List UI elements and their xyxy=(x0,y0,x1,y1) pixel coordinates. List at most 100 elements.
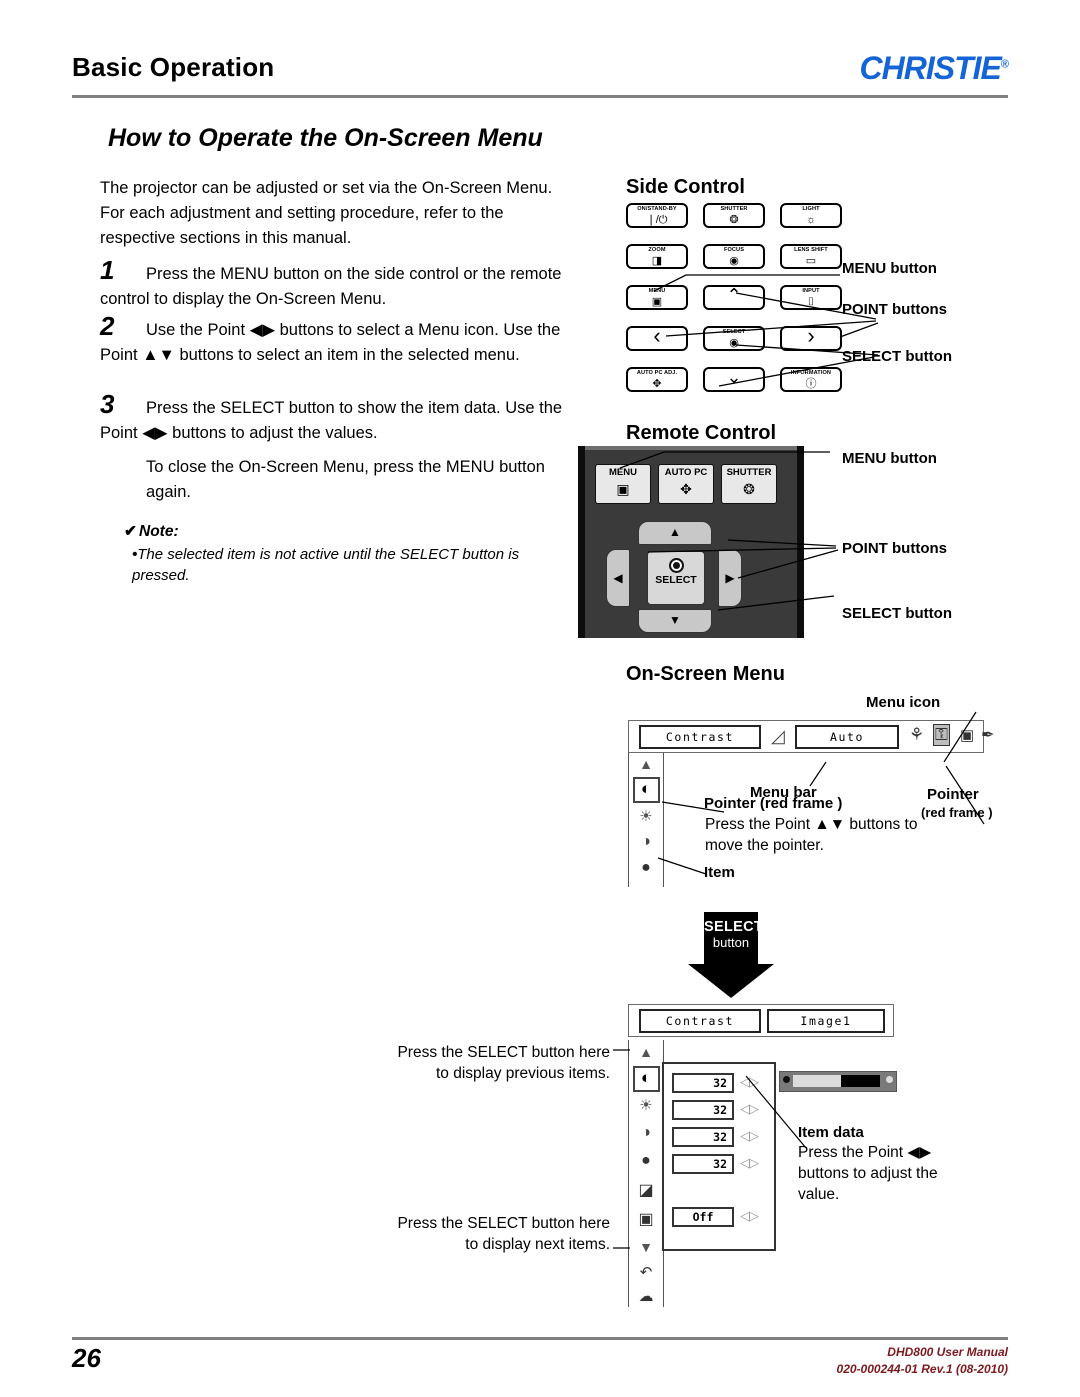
slider-unfilled xyxy=(841,1075,880,1087)
note-text: The selected item is not active until th… xyxy=(132,546,520,584)
zoom-icon: ◨ xyxy=(651,255,663,267)
chevron-right-icon: › xyxy=(807,323,815,348)
auto-pc-icon: ✥ xyxy=(652,378,662,390)
item-toggle-value[interactable]: Off xyxy=(672,1207,734,1227)
side-button-light[interactable]: LIGHT ☼ xyxy=(780,203,842,228)
remote-point-right[interactable]: ▶ xyxy=(718,549,742,607)
side-button-light-label: LIGHT xyxy=(802,206,820,212)
logo-text: CHRISTIE xyxy=(859,50,1002,86)
contrast-menu-icon: ◿ xyxy=(771,726,785,746)
side-button-focus[interactable]: FOCUS ◉ xyxy=(703,244,765,269)
side-button-lens-shift[interactable]: LENS SHIFT ▭ xyxy=(780,244,842,269)
chevron-up-icon: ⌃ xyxy=(726,285,742,305)
side-button-auto-pc-adj-label: AUTO PC ADJ. xyxy=(636,370,678,376)
brightness-item-icon[interactable]: ☀ xyxy=(629,1096,663,1114)
remote-right-edge xyxy=(797,446,804,638)
color-item-icon[interactable]: ◑ xyxy=(629,833,663,851)
remote-callout-point: POINT buttons xyxy=(842,540,947,557)
item-value-1[interactable]: 32 xyxy=(672,1073,734,1093)
color-management-icon[interactable]: ◪ xyxy=(629,1180,663,1200)
callout-item: Item xyxy=(704,864,735,881)
remote-point-up[interactable]: ▲ xyxy=(638,521,712,545)
closing-paragraph: To close the On-Screen Menu, press the M… xyxy=(146,458,545,501)
remote-point-down[interactable]: ▼ xyxy=(638,609,712,633)
adjust-arrows-1[interactable]: ◁▷ xyxy=(740,1074,759,1090)
contrast-item-icon[interactable]: ◐ xyxy=(629,779,663,799)
remote-callout-select: SELECT button xyxy=(842,605,952,622)
brightness-item-icon[interactable]: ☀ xyxy=(629,807,663,825)
scroll-up-icon[interactable]: ▲ xyxy=(629,1044,663,1060)
slider-right-dot xyxy=(886,1076,893,1083)
side-control-heading: Side Control xyxy=(626,176,745,198)
color-menu-icon: ⚘ xyxy=(909,725,925,744)
menu-bar-top-right-item[interactable]: Auto xyxy=(795,725,899,749)
side-button-on-standby[interactable]: ON/STAND-BY ❘/⏻ xyxy=(626,203,688,228)
next-items-caption: Press the SELECT button here to display … xyxy=(397,1215,610,1253)
item-value-4[interactable]: 32 xyxy=(672,1154,734,1174)
store-icon[interactable]: ☁ xyxy=(629,1287,663,1305)
side-button-menu-label: MENU xyxy=(648,288,666,294)
remote-point-left[interactable]: ◀ xyxy=(606,549,630,607)
select-arrow-shaft: SELECT button xyxy=(704,912,763,964)
item-data-text: Press the Point ◀▶ buttons to adjust the… xyxy=(798,1144,938,1203)
scroll-down-icon[interactable]: ▼ xyxy=(629,1239,663,1255)
side-button-input[interactable]: INPUT ⌷ xyxy=(780,285,842,310)
focus-icon: ◉ xyxy=(729,255,739,267)
prev-items-caption: Press the SELECT button here to display … xyxy=(397,1044,610,1082)
menu-icon: ▣ xyxy=(616,481,630,497)
adjust-arrows-4[interactable]: ◁▷ xyxy=(740,1155,759,1171)
color-item-icon[interactable]: ◑ xyxy=(629,1124,663,1142)
remote-button-menu-label: MENU xyxy=(609,467,637,478)
footer-doc-id: 020-000244-01 Rev.1 (08-2010) xyxy=(836,1362,1008,1376)
pointer-move-note: Press the Point ▲▼ buttons to move the p… xyxy=(705,816,918,854)
on-screen-menu-heading: On-Screen Menu xyxy=(626,663,785,685)
adjust-arrows-3[interactable]: ◁▷ xyxy=(740,1128,759,1144)
select-arrow-head xyxy=(688,964,774,998)
adjust-arrows-toggle[interactable]: ◁▷ xyxy=(740,1208,759,1224)
footer-divider xyxy=(72,1337,1008,1340)
remote-button-auto-pc[interactable]: AUTO PC ✥ xyxy=(658,464,714,504)
scroll-up-icon[interactable]: ▲ xyxy=(629,756,663,772)
side-callout-select: SELECT button xyxy=(842,348,952,365)
step-2: 2 Use the Point ◀▶ buttons to select a M… xyxy=(100,313,570,368)
tint-item-icon[interactable]: ● xyxy=(629,859,663,877)
menu-sidebar-top: ▲ ◐ ☀ ◑ ● xyxy=(628,753,664,887)
screen-menu-icon-selected[interactable]: ⚿ xyxy=(933,724,950,746)
christie-logo: CHRISTIE® xyxy=(859,50,1009,87)
remote-select-button[interactable]: SELECT xyxy=(647,551,705,605)
remote-button-shutter[interactable]: SHUTTER ❂ xyxy=(721,464,777,504)
value-slider[interactable] xyxy=(779,1071,897,1092)
side-button-zoom[interactable]: ZOOM ◨ xyxy=(626,244,688,269)
section-title: Basic Operation xyxy=(72,52,275,82)
menu-bar-top-left-item[interactable]: Contrast xyxy=(639,725,761,749)
callout-menu-icon: Menu icon xyxy=(866,694,941,711)
item-value-2[interactable]: 32 xyxy=(672,1100,734,1120)
side-button-auto-pc-adj[interactable]: AUTO PC ADJ. ✥ xyxy=(626,367,688,392)
side-button-point-down[interactable]: ⌄ xyxy=(703,367,765,392)
tint-item-icon[interactable]: ● xyxy=(629,1152,663,1170)
reset-icon[interactable]: ↶ xyxy=(629,1263,663,1281)
footer-manual-name: DHD800 User Manual xyxy=(887,1345,1008,1359)
lens-shift-icon: ▭ xyxy=(805,255,817,267)
side-button-zoom-label: ZOOM xyxy=(648,247,666,253)
remote-callout-menu: MENU button xyxy=(842,450,937,467)
item-data-panel: 32 ◁▷ 32 ◁▷ 32 ◁▷ 32 ◁▷ Off ◁▷ xyxy=(662,1062,776,1251)
step-3: 3 Press the SELECT button to show the it… xyxy=(100,391,570,446)
side-button-shutter[interactable]: SHUTTER ❂ xyxy=(703,203,765,228)
item-value-3[interactable]: 32 xyxy=(672,1127,734,1147)
side-button-menu[interactable]: MENU ▣ xyxy=(626,285,688,310)
auto-picture-control-icon[interactable]: ▣ xyxy=(629,1209,663,1229)
menu-bar-bottom-left-item[interactable]: Contrast xyxy=(639,1009,761,1033)
side-button-select[interactable]: SELECT ◉ xyxy=(703,326,765,351)
menu-bar-bottom-right-item[interactable]: Image1 xyxy=(767,1009,885,1033)
side-button-point-right[interactable]: › xyxy=(780,323,842,351)
side-button-point-up[interactable]: ⌃ xyxy=(703,285,765,310)
shutter-icon: ❂ xyxy=(743,481,755,497)
side-button-point-left[interactable]: ‹ xyxy=(626,325,688,351)
remote-button-menu[interactable]: MENU ▣ xyxy=(595,464,651,504)
info-menu-icon: ✒ xyxy=(981,727,995,744)
remote-control-heading: Remote Control xyxy=(626,422,776,444)
adjust-arrows-2[interactable]: ◁▷ xyxy=(740,1101,759,1117)
contrast-item-icon[interactable]: ◐ xyxy=(629,1068,663,1088)
side-button-information[interactable]: INFORMATION ⓘ xyxy=(780,367,842,392)
